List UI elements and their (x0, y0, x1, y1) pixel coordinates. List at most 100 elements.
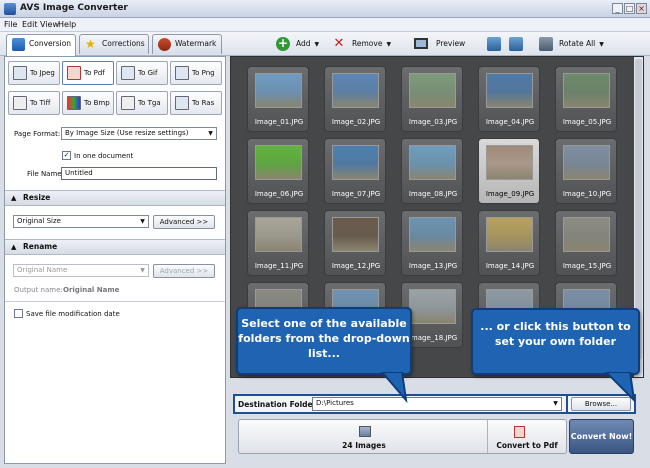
remove-button[interactable]: ✕ Remove ▼ (332, 36, 392, 52)
resize-select[interactable]: Original Size ▼ (13, 215, 149, 228)
image-thumbnail[interactable]: Image_04.JPG (478, 66, 540, 132)
chevron-down-icon: ▼ (208, 130, 213, 137)
image-thumbnail[interactable]: Image_13.JPG (401, 210, 463, 276)
format-ras-label: To Ras (192, 99, 215, 107)
image-thumbnail[interactable]: Image_14.JPG (478, 210, 540, 276)
image-thumbnail[interactable]: Image_08.JPG (401, 138, 463, 204)
image-thumbnail[interactable]: Image_11.JPG (247, 210, 309, 276)
add-dropdown-arrow[interactable]: ▼ (315, 41, 320, 48)
jpeg-icon (13, 66, 27, 80)
collapse-triangle-icon: ▲ (11, 243, 17, 251)
destination-select[interactable]: D:\Pictures ▼ (312, 397, 562, 411)
resize-advanced-button[interactable]: Advanced >> (153, 215, 215, 229)
image-thumbnail[interactable]: Image_09.JPG (478, 138, 540, 204)
file-name-input[interactable]: Untitled (61, 167, 217, 180)
rotate-left-button[interactable] (487, 36, 501, 52)
thumbnail-caption: Image_01.JPG (254, 118, 304, 126)
format-jpeg-button[interactable]: To Jpeg (8, 61, 60, 85)
thumbnail-caption: Image_06.JPG (254, 190, 304, 198)
thumbnail-image (255, 145, 302, 180)
menu-view[interactable]: View (40, 20, 59, 29)
menu-file[interactable]: File (4, 20, 17, 29)
thumbnail-caption: Image_07.JPG (331, 190, 381, 198)
maximize-button[interactable]: □ (624, 3, 635, 14)
menu-help[interactable]: Help (58, 20, 76, 29)
tga-icon (121, 96, 135, 110)
thumbnail-caption: Image_12.JPG (331, 262, 381, 270)
one-document-checkbox[interactable]: ✓ (62, 151, 71, 160)
rotate-right-button[interactable] (509, 36, 523, 52)
format-ras-button[interactable]: To Ras (170, 91, 222, 115)
rename-advanced-button[interactable]: Advanced >> (153, 264, 215, 278)
image-thumbnail[interactable]: Image_07.JPG (324, 138, 386, 204)
resize-value: Original Size (17, 217, 61, 225)
convert-now-button[interactable]: Convert Now! (569, 419, 634, 454)
remove-dropdown-arrow[interactable]: ▼ (386, 41, 391, 48)
tab-conversion-label: Conversion (29, 39, 72, 48)
thumbnail-image (409, 217, 456, 252)
collapse-triangle-icon: ▲ (11, 194, 17, 202)
page-format-select[interactable]: By Image Size (Use resize settings) ▼ (61, 127, 217, 140)
close-button[interactable]: × (636, 3, 647, 14)
thumbnail-caption: Image_04.JPG (485, 118, 535, 126)
preview-button[interactable]: Preview (414, 36, 465, 52)
image-count: 24 Images (342, 441, 386, 450)
format-tiff-button[interactable]: To Tiff (8, 91, 60, 115)
page-format-label: Page Format: (14, 130, 61, 138)
rotate-right-icon (509, 37, 523, 51)
resize-header-label: Resize (23, 193, 51, 202)
image-thumbnail[interactable]: Image_02.JPG (324, 66, 386, 132)
output-name-label: Output name: (14, 286, 63, 294)
format-jpeg-label: To Jpeg (30, 69, 55, 77)
tab-conversion[interactable]: Conversion (6, 34, 76, 56)
rename-select[interactable]: Original Name ▼ (13, 264, 149, 277)
one-document-label: In one document (74, 152, 134, 160)
window-title: AVS Image Converter (20, 3, 128, 13)
image-thumbnail[interactable]: Image_12.JPG (324, 210, 386, 276)
rotate-all-icon (539, 37, 553, 51)
rename-section-header[interactable]: ▲ Rename (5, 239, 225, 255)
menu-bar: File Edit View Help (0, 18, 650, 32)
format-tga-button[interactable]: To Tga (116, 91, 168, 115)
png-icon (175, 66, 189, 80)
callout-destination-pointer (380, 372, 408, 404)
image-thumbnail[interactable]: Image_06.JPG (247, 138, 309, 204)
destination-bar: Destination Folder: D:\Pictures ▼ Browse… (230, 380, 644, 416)
rotate-all-button[interactable]: Rotate All ▼ (539, 36, 604, 52)
image-thumbnail[interactable]: Image_03.JPG (401, 66, 463, 132)
destination-value: D:\Pictures (316, 399, 354, 407)
image-thumbnail[interactable]: Image_01.JPG (247, 66, 309, 132)
title-bar: AVS Image Converter _ □ × (0, 0, 650, 18)
thumbnail-caption: Image_09.JPG (485, 190, 535, 198)
star-icon: ★ (85, 37, 96, 51)
remove-label: Remove (352, 39, 383, 48)
image-thumbnail[interactable]: Image_10.JPG (555, 138, 617, 204)
format-pdf-button[interactable]: To Pdf (62, 61, 114, 85)
tab-watermark[interactable]: Watermark (152, 34, 222, 54)
rotate-all-dropdown-arrow[interactable]: ▼ (599, 41, 604, 48)
thumbnail-image (409, 289, 456, 324)
watermark-icon (158, 38, 171, 51)
format-png-label: To Png (192, 69, 215, 77)
conversion-panel: To Jpeg To Pdf To Gif To Png To Tiff To … (4, 56, 226, 464)
image-thumbnail[interactable]: Image_05.JPG (555, 66, 617, 132)
add-label: Add (296, 39, 311, 48)
images-icon (359, 426, 371, 437)
image-thumbnail[interactable]: Image_15.JPG (555, 210, 617, 276)
resize-section-header[interactable]: ▲ Resize (5, 190, 225, 206)
thumbnail-caption: Image_08.JPG (408, 190, 458, 198)
callout-pointer-shape (604, 372, 636, 403)
format-gif-button[interactable]: To Gif (116, 61, 168, 85)
page-format-value: By Image Size (Use resize settings) (65, 129, 189, 137)
tab-corrections[interactable]: ★ Corrections (79, 34, 149, 54)
menu-edit[interactable]: Edit (22, 20, 38, 29)
format-bmp-button[interactable]: To Bmp (62, 91, 114, 115)
save-date-checkbox[interactable] (14, 309, 23, 318)
rotate-all-label: Rotate All (559, 39, 596, 48)
thumbnail-image (332, 145, 379, 180)
minimize-button[interactable]: _ (612, 3, 623, 14)
thumbnail-image (332, 73, 379, 108)
divider (5, 301, 225, 302)
add-button[interactable]: + Add ▼ (276, 36, 319, 52)
format-png-button[interactable]: To Png (170, 61, 222, 85)
